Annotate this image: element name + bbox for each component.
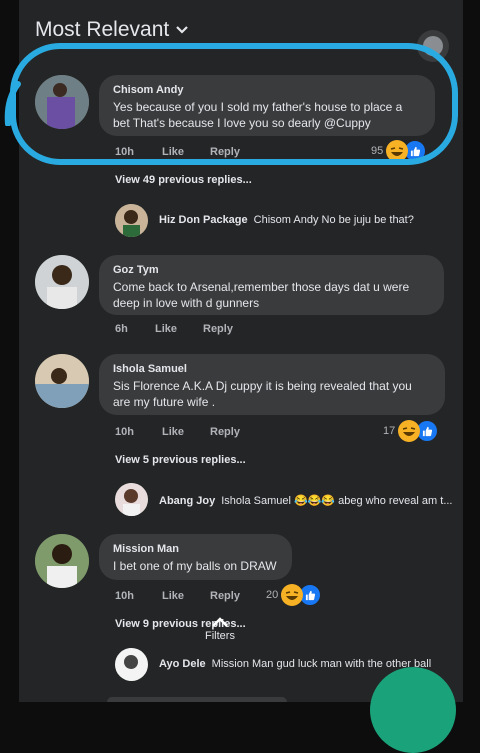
reply-text: Chisom Andy No be juju be that?	[253, 214, 414, 226]
like-button[interactable]: Like	[162, 590, 184, 602]
haha-emoji-icon	[398, 420, 421, 442]
comment-bubble[interactable]: Mission Man I bet one of my balls on DRA…	[99, 534, 292, 580]
avatar[interactable]	[35, 255, 89, 309]
avatar[interactable]	[115, 648, 148, 681]
comment-bubble[interactable]: Goz Tym Come back to Arsenal,remember th…	[99, 255, 444, 315]
view-previous-replies[interactable]: View 49 previous replies...	[115, 174, 252, 186]
reaction-summary[interactable]: 17	[383, 420, 439, 442]
comment-author[interactable]: Mission Man	[113, 543, 278, 555]
comment-actions: 10h Like Reply	[115, 426, 315, 440]
reply-author[interactable]: Ayo Dele	[159, 658, 206, 670]
reply-text: Mission Man gud luck man with the other …	[211, 658, 432, 670]
reply-button[interactable]: Reply	[210, 426, 240, 438]
avatar[interactable]	[115, 483, 148, 516]
view-previous-replies[interactable]: View 5 previous replies...	[115, 454, 246, 466]
comment-time: 10h	[115, 590, 134, 602]
reply-text: Ishola Samuel 😂😂😂 abeg who reveal am t..…	[221, 495, 453, 507]
reply-button[interactable]: Reply	[210, 590, 240, 602]
reaction-summary[interactable]: 20	[266, 584, 322, 606]
comment-author[interactable]: Goz Tym	[113, 264, 430, 276]
comment-actions: 6h Like Reply	[115, 323, 315, 337]
like-button[interactable]: Like	[162, 426, 184, 438]
sort-dropdown[interactable]: Most Relevant	[35, 18, 189, 42]
avatar[interactable]	[35, 354, 89, 408]
latest-reply[interactable]: Abang Joy Ishola Samuel 😂😂😂 abeg who rev…	[159, 494, 453, 508]
chevron-down-icon	[176, 26, 189, 34]
next-comment-bubble	[107, 697, 287, 702]
avatar[interactable]	[115, 204, 148, 237]
latest-reply[interactable]: Ayo Dele Mission Man gud luck man with t…	[159, 658, 431, 670]
haha-emoji-icon	[281, 584, 304, 606]
chevron-up-icon	[212, 617, 228, 627]
highlight-tail-annotation	[4, 81, 21, 126]
reaction-count: 17	[383, 425, 396, 437]
comment-text: Sis Florence A.K.A Dj cuppy it is being …	[113, 379, 412, 409]
comment-time: 10h	[115, 426, 134, 438]
reply-author[interactable]: Abang Joy	[159, 495, 215, 507]
comment-author[interactable]: Ishola Samuel	[113, 363, 431, 375]
filters-button[interactable]: Filters	[205, 616, 235, 642]
reply-button[interactable]: Reply	[203, 323, 233, 335]
filters-label: Filters	[205, 630, 235, 642]
comment-time: 6h	[115, 323, 128, 335]
reply-author[interactable]: Hiz Don Package	[159, 214, 248, 226]
sort-label: Most Relevant	[35, 18, 170, 41]
reaction-count: 20	[266, 589, 279, 601]
avatar[interactable]	[35, 534, 89, 588]
latest-reply[interactable]: Hiz Don Package Chisom Andy No be juju b…	[159, 214, 414, 226]
comment-text: I bet one of my balls on DRAW	[113, 559, 277, 573]
comment-text: Come back to Arsenal,remember those days…	[113, 280, 410, 310]
highlight-circle-annotation	[10, 43, 458, 165]
comment-bubble[interactable]: Ishola Samuel Sis Florence A.K.A Dj cupp…	[99, 354, 445, 415]
floating-action-button[interactable]	[370, 667, 456, 753]
like-button[interactable]: Like	[155, 323, 177, 335]
